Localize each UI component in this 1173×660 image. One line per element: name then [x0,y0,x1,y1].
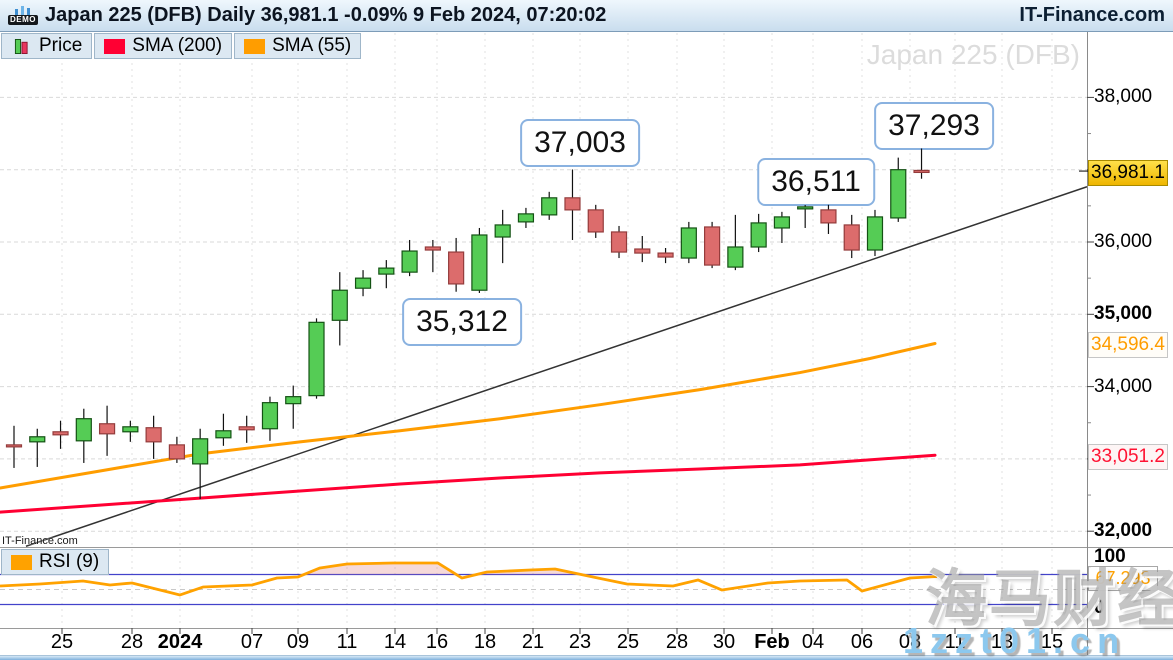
candle [425,247,440,250]
candles [7,149,930,500]
demo-badge: DEMO [8,15,38,25]
candle [612,232,627,252]
y-axis-label: 36,000 [1094,231,1170,253]
candle [751,223,766,247]
candle [728,247,743,267]
candle [262,403,277,429]
rsi-scale-bottom: 0 [1094,597,1170,619]
candle [658,253,673,257]
candle [798,207,813,209]
header-bar: DEMO Japan 225 (DFB) Daily 36,981.1 -0.0… [0,0,1173,32]
candle [100,424,115,434]
legend-label-sma55: SMA (55) [272,35,351,57]
candle [588,210,603,232]
candle [495,225,510,237]
bottom-scrollbar-strip[interactable] [0,655,1173,660]
legend-label-price: Price [39,35,82,57]
y-axis-label: 35,000 [1094,303,1170,325]
itfinance-watermark: IT-Finance.com [2,535,78,547]
legend-chip-sma55[interactable]: SMA (55) [234,33,361,59]
demo-icon: DEMO [8,6,38,25]
legend-label-sma200: SMA (200) [132,35,222,57]
candle [286,397,301,404]
candle [76,419,91,441]
brand-link[interactable]: IT-Finance.com [1019,4,1165,27]
y-axis-label: 32,000 [1094,520,1170,542]
page-title: Japan 225 (DFB) Daily 36,981.1 -0.09% 9 … [45,4,606,27]
candle [681,228,696,258]
candle [216,431,231,438]
candle [30,437,45,442]
candle [891,170,906,218]
sma200-value-label: 33,051.2 [1088,444,1168,470]
candle [449,252,464,284]
candle [7,445,22,447]
candle [542,198,557,215]
candle [332,290,347,320]
candle [193,439,208,464]
candle [914,170,929,172]
candle [239,427,254,430]
y-axis-label: 38,000 [1094,86,1170,108]
candle [169,445,184,459]
rsi-value-label: 67.293 [1088,566,1158,591]
candle [867,217,882,250]
y-axis-label: 34,000 [1094,376,1170,398]
last-price-label: 36,981.1 [1088,160,1168,186]
sma200-swatch-icon [104,39,125,54]
rsi-scale-top: 100 [1094,546,1170,568]
price-legend: Price SMA (200) SMA (55) [1,33,361,59]
candle [565,198,580,210]
candle [53,432,68,435]
sma55-value-label: 34,596.4 [1088,332,1168,358]
candle [472,235,487,290]
legend-chip-rsi[interactable]: RSI (9) [1,549,109,575]
x-axis-label: 2024 [148,631,212,654]
price-candles-icon [11,39,32,54]
legend-label-rsi: RSI (9) [39,551,99,573]
x-axis-label: 15 [1020,631,1084,654]
candle [844,225,859,250]
x-axis-label: 25 [30,631,94,654]
rsi-line [0,563,937,595]
candle [774,217,789,228]
chart-window: DEMO Japan 225 (DFB) Daily 36,981.1 -0.0… [0,0,1173,660]
candle [379,268,394,274]
candle [123,427,138,432]
candle [518,214,533,222]
candle [309,322,324,395]
candle [705,227,720,265]
legend-chip-price[interactable]: Price [1,33,92,59]
candle [146,428,161,442]
mini-candles-icon [14,6,32,15]
sma55-swatch-icon [244,39,265,54]
candle [821,210,836,223]
legend-chip-sma200[interactable]: SMA (200) [94,33,232,59]
rsi-swatch-icon [11,555,32,570]
price-chart-canvas [0,0,1173,660]
candle [356,278,371,288]
candle [635,249,650,253]
candle [402,251,417,272]
